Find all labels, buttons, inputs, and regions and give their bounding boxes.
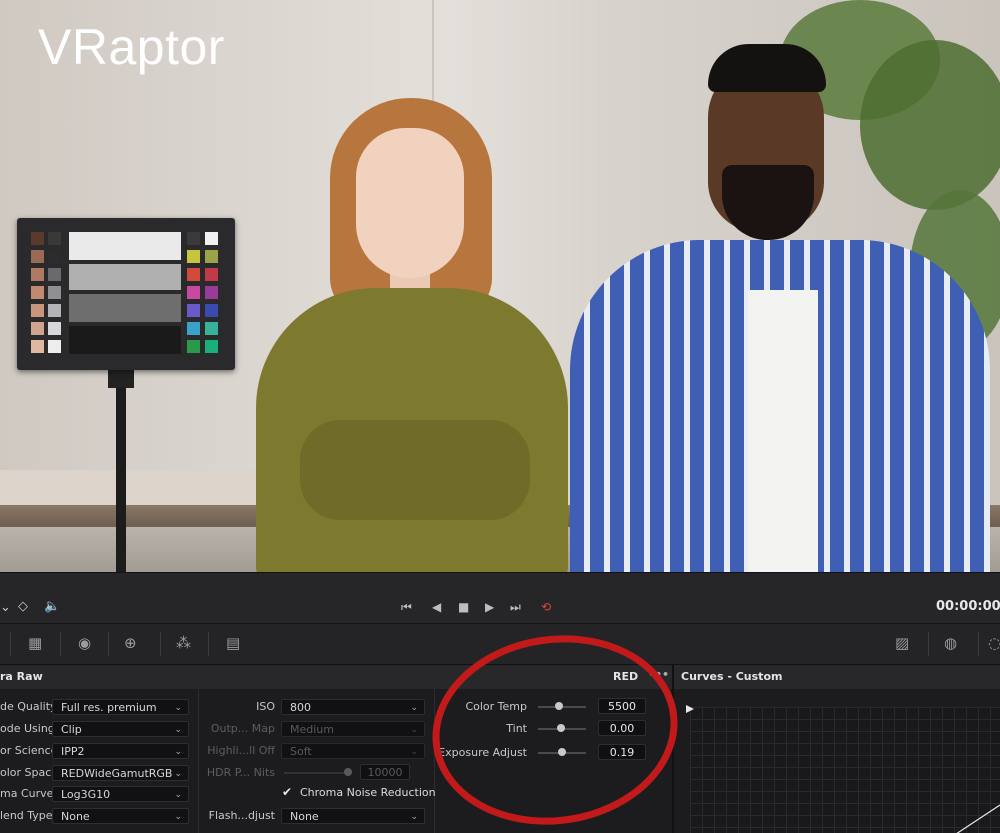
background-shelf <box>0 470 260 506</box>
speaker-icon[interactable]: 🔈 <box>44 600 60 614</box>
highlight-rolloff-dropdown[interactable]: Soft ⌄ <box>281 743 425 759</box>
color-checker-chart <box>17 218 235 370</box>
camera-raw-icon[interactable]: ▦ <box>28 633 42 653</box>
iso-label: ISO <box>256 700 275 713</box>
color-space-dropdown[interactable]: REDWideGamutRGB ⌄ <box>52 765 189 781</box>
person-left-arms <box>300 420 530 520</box>
decode-using-label: ode Using <box>0 722 55 735</box>
color-match-icon[interactable]: ◉ <box>78 633 91 653</box>
step-back-button[interactable]: ◀ <box>432 600 441 614</box>
blend-type-label: lend Type <box>0 809 53 822</box>
layers-icon[interactable]: ◇ <box>18 600 28 614</box>
vraptor-watermark: VRaptor <box>38 19 225 75</box>
play-button[interactable]: ▶ <box>485 600 494 614</box>
curves-icon[interactable]: ▨ <box>895 633 909 653</box>
video-viewer[interactable]: VRaptor <box>0 0 1000 572</box>
qualifier-icon[interactable]: ◍ <box>944 633 957 653</box>
chevron-down-icon[interactable]: ⌄ <box>0 601 11 615</box>
person-right-beard <box>722 165 814 240</box>
blend-type-dropdown[interactable]: None ⌄ <box>52 808 189 824</box>
person-right-tshirt <box>748 290 818 572</box>
color-wheels-icon[interactable]: ⁂ <box>176 633 191 653</box>
color-space-label: olor Space <box>0 766 59 779</box>
window-icon[interactable]: ◌ <box>988 633 1000 653</box>
transport-bar: ⌄ ◇ 🔈 ⏮ ◀ ■ ▶ ⏭ ⟲ 00:00:00:0 <box>0 572 1000 623</box>
curve-line <box>686 705 1000 833</box>
person-right-hair <box>708 44 826 92</box>
checker-stand <box>116 370 126 572</box>
hdr-nits-value[interactable]: 10000 <box>360 764 410 780</box>
checker-clamp <box>108 370 134 388</box>
decode-using-dropdown[interactable]: Clip ⌄ <box>52 721 189 737</box>
flash-adjust-dropdown[interactable]: None ⌄ <box>281 808 425 824</box>
chroma-noise-checkbox[interactable]: ✔ <box>282 786 294 798</box>
output-map-dropdown[interactable]: Medium ⌄ <box>281 721 425 737</box>
timecode: 00:00:00:0 <box>936 599 1000 614</box>
loop-icon[interactable]: ⟲ <box>541 600 551 614</box>
decode-quality-dropdown[interactable]: Full res. premium ⌄ <box>52 699 189 715</box>
last-frame-button[interactable]: ⏭ <box>510 600 521 614</box>
gamma-curve-dropdown[interactable]: Log3G10 ⌄ <box>52 786 189 802</box>
camera-raw-title: ra Raw <box>0 670 43 683</box>
color-science-dropdown[interactable]: IPP2 ⌄ <box>52 743 189 759</box>
output-map-label: Outp... Map <box>210 722 275 735</box>
decode-quality-label: de Quality <box>0 700 57 713</box>
hdr-nits-slider[interactable] <box>284 772 350 774</box>
stop-button[interactable]: ■ <box>458 600 469 614</box>
gamma-curve-label: ma Curve <box>0 787 54 800</box>
hdr-wheels-icon[interactable]: ⊕ <box>124 633 137 653</box>
person-left-face <box>356 128 464 278</box>
rgb-mixer-icon[interactable]: ▤ <box>226 633 240 653</box>
flash-adjust-label: Flash...djust <box>208 809 275 822</box>
first-frame-button[interactable]: ⏮ <box>401 600 412 614</box>
color-science-label: or Science <box>0 744 58 757</box>
resolve-window: VRaptor ⌄ ◇ 🔈 ⏮ ◀ ■ ▶ ⏭ ⟲ 00:00:00:0 ▦ ◉… <box>0 0 1000 833</box>
chroma-noise-label: Chroma Noise Reduction <box>300 786 436 799</box>
hdr-nits-label: HDR P... Nits <box>206 766 275 779</box>
highlight-rolloff-label: Highli...ll Off <box>207 744 275 757</box>
curves-title: Curves - Custom <box>681 670 783 683</box>
plant-foliage <box>860 40 1000 210</box>
curve-segment <box>956 804 1000 833</box>
curve-handle-icon <box>686 705 694 713</box>
iso-dropdown[interactable]: 800 ⌄ <box>281 699 425 715</box>
hdr-nits-knob[interactable] <box>344 768 352 776</box>
